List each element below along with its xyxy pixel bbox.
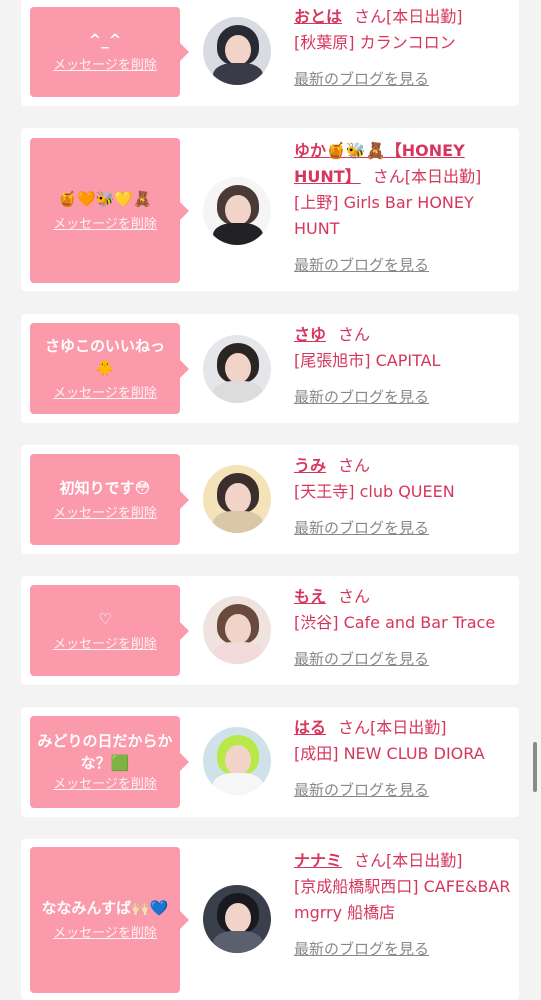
cast-name-link[interactable]: さゆ xyxy=(294,325,326,344)
honorific: さん xyxy=(338,587,371,606)
profile-info: さゆ さん [尾張旭市] CAPITAL 最新のブログを見る xyxy=(294,322,514,410)
message-bubble: 初知りです😳 メッセージを削除 xyxy=(30,454,189,545)
honorific: さん xyxy=(372,167,405,186)
avatar[interactable] xyxy=(203,335,271,403)
honorific: さん xyxy=(354,7,387,26)
profile-info: ナナミ さん[本日出勤] [京成船橋駅西口] CAFE&BAR mgrry 船橋店… xyxy=(294,848,514,962)
delete-message-link[interactable]: メッセージを削除 xyxy=(53,385,157,403)
profile-info: ゆか🍯🐝🧸【HONEY HUNT】 さん[本日出勤] [上野] Girls Bar… xyxy=(294,138,514,278)
message-bubble: ななみんすば🙌🏻💙 メッセージを削除 xyxy=(30,847,189,993)
status-text: [本日出勤] xyxy=(370,718,447,737)
message-card: さゆこのいいねっ🐥 メッセージを削除 さゆ さん [尾張旭市] CAPITAL 最… xyxy=(21,314,519,423)
honorific: さん xyxy=(338,456,371,475)
message-text: さゆこのいいねっ🐥 xyxy=(44,336,165,377)
honorific: さん xyxy=(338,325,371,344)
latest-blog-link[interactable]: 最新のブログを見る xyxy=(294,646,514,672)
message-bubble: 🍯🧡🐝💛🧸 メッセージを削除 xyxy=(30,138,189,283)
latest-blog-link[interactable]: 最新のブログを見る xyxy=(294,252,514,278)
latest-blog-link[interactable]: 最新のブログを見る xyxy=(294,936,514,962)
message-card: ^_^ メッセージを削除 おとは さん[本日出勤] [秋葉原] カランコロン 最新… xyxy=(21,0,519,106)
avatar[interactable] xyxy=(203,727,271,795)
status-text: [本日出勤] xyxy=(404,167,482,186)
latest-blog-link[interactable]: 最新のブログを見る xyxy=(294,515,514,541)
avatar[interactable] xyxy=(203,17,271,85)
message-text: 初知りです😳 xyxy=(59,478,151,497)
shop-name: [渋谷] Cafe and Bar Trace xyxy=(294,613,496,632)
avatar[interactable] xyxy=(203,465,271,533)
message-text: ななみんすば🙌🏻💙 xyxy=(41,899,169,917)
honorific: さん xyxy=(354,851,387,870)
cast-name-link[interactable]: もえ xyxy=(294,587,326,606)
cast-name-link[interactable]: おとは xyxy=(294,7,342,26)
message-card: ♡ メッセージを削除 もえ さん [渋谷] Cafe and Bar Trace … xyxy=(21,576,519,685)
shop-name: [秋葉原] カランコロン xyxy=(294,33,456,52)
delete-message-link[interactable]: メッセージを削除 xyxy=(53,925,157,943)
latest-blog-link[interactable]: 最新のブログを見る xyxy=(294,777,514,803)
message-text: ^_^ xyxy=(88,31,122,49)
status-text: [本日出勤] xyxy=(386,851,463,870)
shop-name: [成田] NEW CLUB DIORA xyxy=(294,744,485,763)
delete-message-link[interactable]: メッセージを削除 xyxy=(53,776,157,794)
latest-blog-link[interactable]: 最新のブログを見る xyxy=(294,384,514,410)
profile-info: うみ さん [天王寺] club QUEEN 最新のブログを見る xyxy=(294,453,514,541)
message-text: ♡ xyxy=(98,609,112,628)
delete-message-link[interactable]: メッセージを削除 xyxy=(53,636,157,654)
scrollbar[interactable] xyxy=(533,742,537,792)
cast-name-link[interactable]: うみ xyxy=(294,456,326,475)
message-feed: ^_^ メッセージを削除 おとは さん[本日出勤] [秋葉原] カランコロン 最新… xyxy=(0,0,541,1000)
cast-name-link[interactable]: はる xyxy=(294,718,326,737)
honorific: さん xyxy=(338,718,371,737)
shop-name: [上野] Girls Bar HONEY HUNT xyxy=(294,193,474,238)
delete-message-link[interactable]: メッセージを削除 xyxy=(53,57,157,75)
shop-name: [尾張旭市] CAPITAL xyxy=(294,351,441,370)
profile-info: おとは さん[本日出勤] [秋葉原] カランコロン 最新のブログを見る xyxy=(294,4,514,92)
message-card: 初知りです😳 メッセージを削除 うみ さん [天王寺] club QUEEN 最新… xyxy=(21,445,519,554)
message-bubble: ♡ メッセージを削除 xyxy=(30,585,189,676)
shop-name: [京成船橋駅西口] CAFE&BAR mgrry 船橋店 xyxy=(294,877,511,922)
message-bubble: みどりの日だからかな？🟩 メッセージを削除 xyxy=(30,716,189,808)
profile-info: もえ さん [渋谷] Cafe and Bar Trace 最新のブログを見る xyxy=(294,584,514,672)
avatar[interactable] xyxy=(203,596,271,664)
latest-blog-link[interactable]: 最新のブログを見る xyxy=(294,66,514,92)
shop-name: [天王寺] club QUEEN xyxy=(294,482,455,501)
message-card: ななみんすば🙌🏻💙 メッセージを削除 ナナミ さん[本日出勤] [京成船橋駅西口]… xyxy=(21,839,519,1000)
status-text: [本日出勤] xyxy=(386,7,463,26)
delete-message-link[interactable]: メッセージを削除 xyxy=(53,505,157,523)
avatar[interactable] xyxy=(203,177,271,245)
message-text: 🍯🧡🐝💛🧸 xyxy=(58,189,152,208)
avatar[interactable] xyxy=(203,885,271,953)
delete-message-link[interactable]: メッセージを削除 xyxy=(53,216,157,234)
message-card: 🍯🧡🐝💛🧸 メッセージを削除 ゆか🍯🐝🧸【HONEY HUNT】 さん[本日出勤]… xyxy=(21,128,519,291)
message-text: みどりの日だからかな？🟩 xyxy=(37,732,173,772)
message-card: みどりの日だからかな？🟩 メッセージを削除 はる さん[本日出勤] [成田] NE… xyxy=(21,707,519,817)
message-bubble: ^_^ メッセージを削除 xyxy=(30,7,189,97)
message-bubble: さゆこのいいねっ🐥 メッセージを削除 xyxy=(30,323,189,414)
cast-name-link[interactable]: ナナミ xyxy=(294,851,342,870)
profile-info: はる さん[本日出勤] [成田] NEW CLUB DIORA 最新のブログを見る xyxy=(294,715,514,803)
